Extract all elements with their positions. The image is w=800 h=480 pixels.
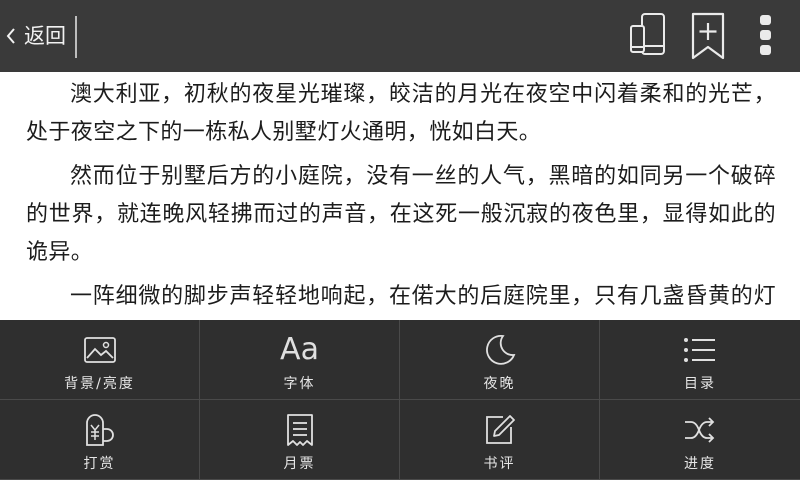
menu-item-font[interactable]: Aa 字体: [200, 320, 400, 400]
add-bookmark-icon: [691, 12, 725, 60]
paragraph: 澳大利亚，初秋的夜星光璀璨，皎洁的月光在夜空中闪着柔和的光芒，处于夜空之下的一栋…: [26, 82, 776, 145]
back-button[interactable]: 返回: [0, 0, 78, 72]
menu-item-contents[interactable]: 目录: [600, 320, 800, 400]
more-vertical-icon: [760, 15, 771, 55]
menu-item-label: 背景/亮度: [64, 376, 135, 392]
menu-item-background-brightness[interactable]: 背景/亮度: [0, 320, 200, 400]
menu-item-night[interactable]: 夜晚: [400, 320, 600, 400]
menu-item-label: 书评: [483, 456, 516, 472]
menu-item-label: 打赏: [83, 456, 116, 472]
menu-item-label: 月票: [283, 456, 316, 472]
paragraph: 然而位于别墅后方的小庭院，没有一丝的人气，黑暗的如同另一个破碎的世界，就连晚风轻…: [26, 164, 776, 265]
shuffle-icon: [680, 412, 720, 448]
menu-item-progress[interactable]: 进度: [600, 400, 800, 480]
image-icon: [80, 332, 120, 368]
menu-item-label: 字体: [283, 376, 316, 392]
menu-item-monthly-ticket[interactable]: 月票: [200, 400, 400, 480]
reward-icon: [80, 412, 120, 448]
more-button[interactable]: [752, 0, 780, 72]
reading-content[interactable]: 澳大利亚，初秋的夜星光璀璨，皎洁的月光在夜空中闪着柔和的光芒，处于夜空之下的一栋…: [0, 72, 800, 320]
ticket-icon: [280, 412, 320, 448]
divider: [75, 16, 77, 58]
menu-item-label: 夜晚: [483, 376, 516, 392]
edit-icon: [480, 412, 520, 448]
device-switch-button[interactable]: [628, 0, 672, 72]
moon-icon: [480, 332, 520, 368]
add-bookmark-button[interactable]: [688, 0, 728, 72]
font-glyph: Aa: [280, 332, 319, 367]
menu-item-label: 进度: [684, 456, 716, 472]
chevron-left-icon: [6, 28, 15, 44]
back-label: 返回: [24, 24, 66, 48]
bottom-menu: 背景/亮度 Aa 字体 夜晚 目录 打赏 月票 书评 进度: [0, 320, 800, 480]
font-icon: Aa: [280, 332, 320, 368]
phone-tablet-icon: [630, 13, 665, 55]
menu-item-label: 目录: [684, 376, 716, 392]
paragraph: 一阵细微的脚步声轻轻地响起，在偌大的后庭院里，只有几盏昏黄的灯光在四周亮着，显得…: [70, 284, 776, 309]
list-icon: [680, 332, 720, 368]
menu-item-reward[interactable]: 打赏: [0, 400, 200, 480]
menu-item-book-review[interactable]: 书评: [400, 400, 600, 480]
top-bar: 返回: [0, 0, 800, 72]
